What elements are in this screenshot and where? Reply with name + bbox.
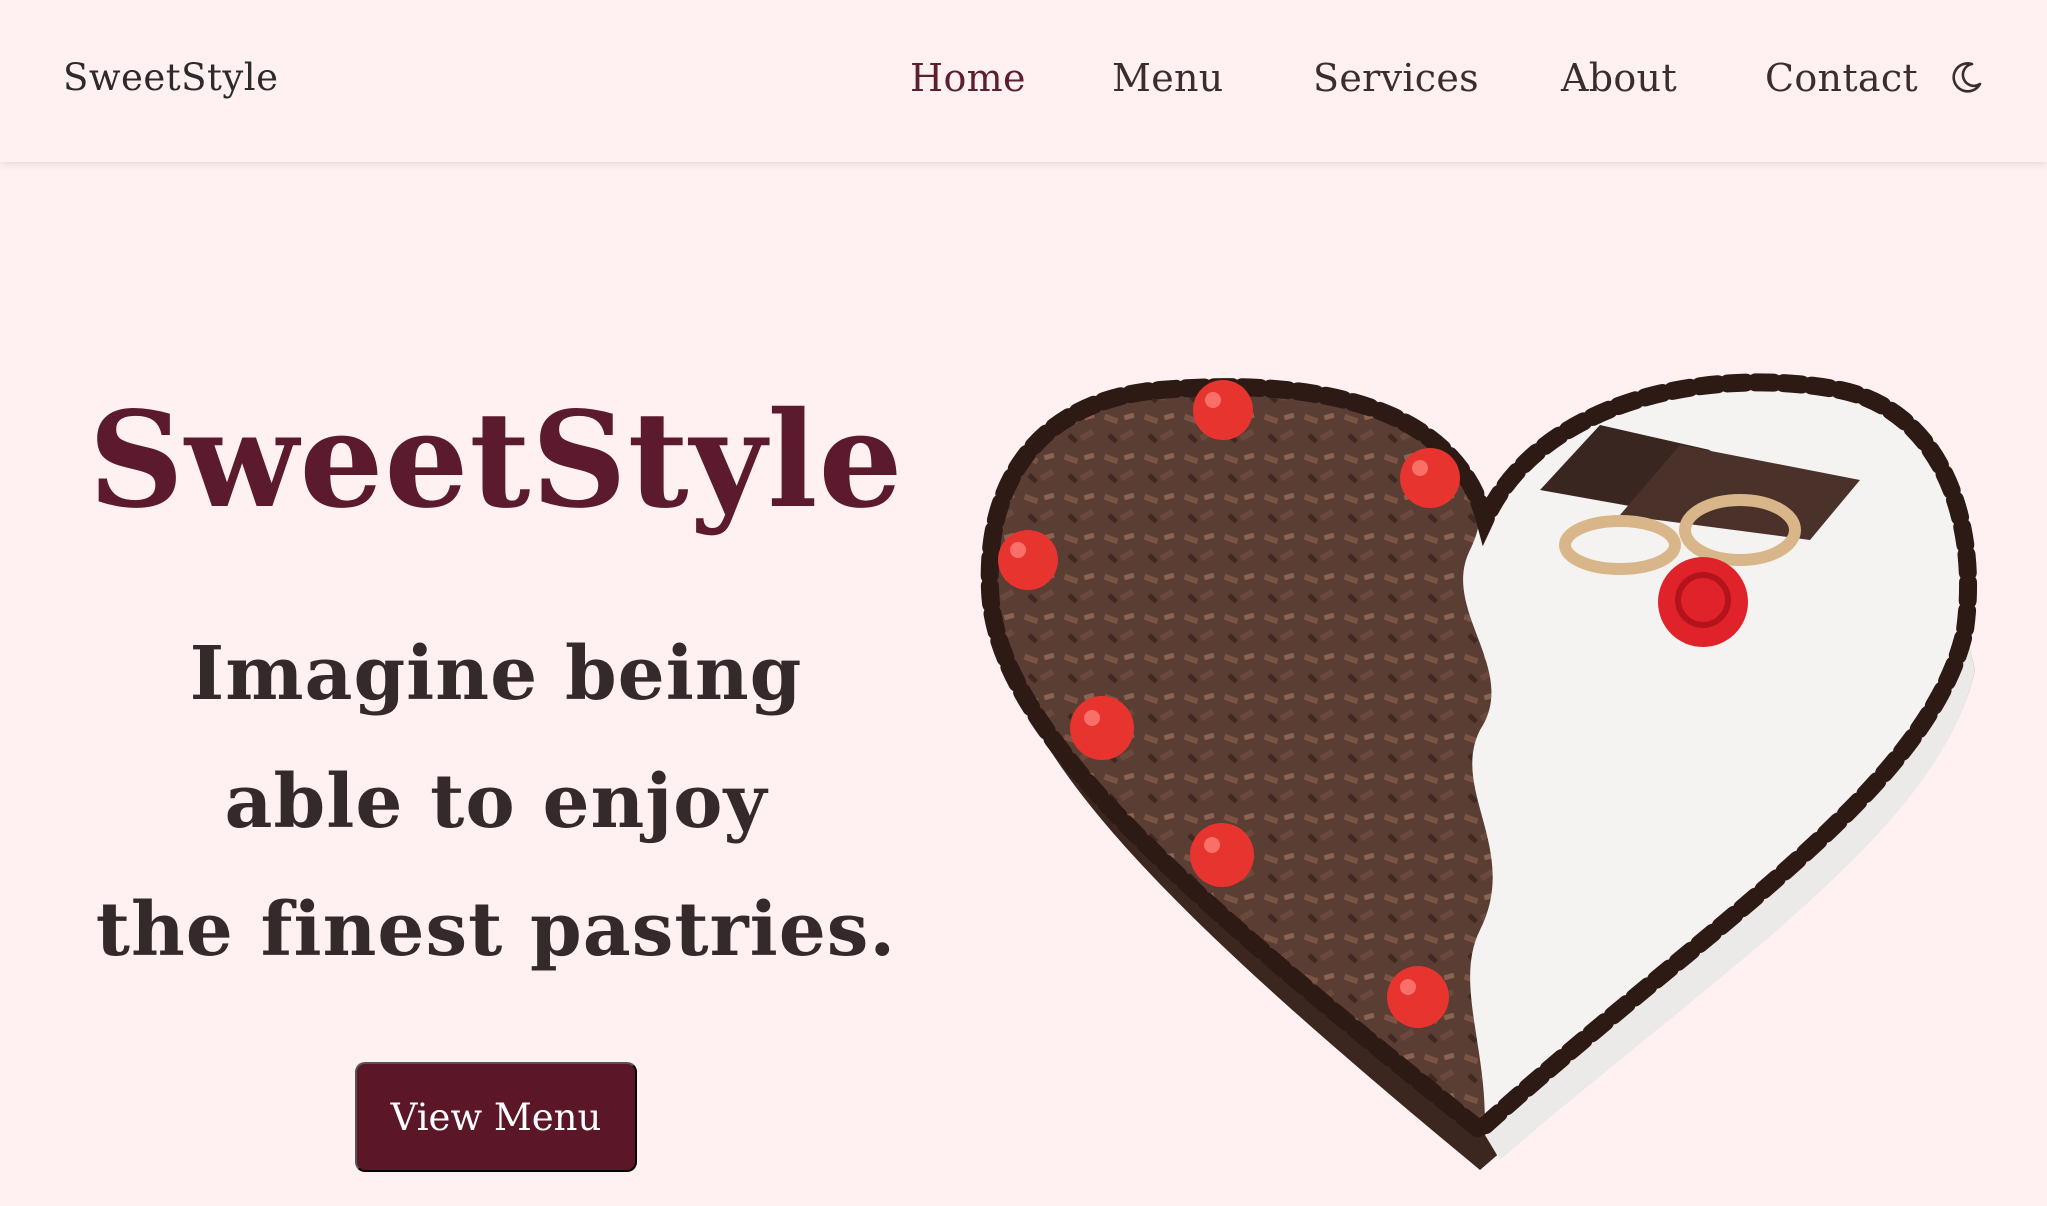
- moon-icon[interactable]: [1950, 60, 1984, 94]
- view-menu-button[interactable]: View Menu: [355, 1062, 637, 1172]
- site-header: SweetStyle Home Menu Services About Cont…: [0, 0, 2047, 162]
- nav-link-home[interactable]: Home: [910, 56, 1026, 100]
- heart-cake-image: [980, 373, 1977, 1170]
- nav-link-contact[interactable]: Contact: [1765, 56, 1918, 100]
- hero-tagline-line-2: able to enjoy: [224, 759, 768, 845]
- nav-link-services[interactable]: Services: [1313, 56, 1479, 100]
- nav-link-about[interactable]: About: [1561, 56, 1677, 100]
- hero-tagline-line-1: Imagine being: [189, 631, 803, 717]
- nav-link-menu[interactable]: Menu: [1112, 56, 1224, 100]
- hero-tagline-line-3: the finest pastries.: [95, 887, 897, 973]
- hero-title: SweetStyle: [88, 383, 904, 538]
- main-nav: Home Menu Services About Contact: [0, 56, 2047, 106]
